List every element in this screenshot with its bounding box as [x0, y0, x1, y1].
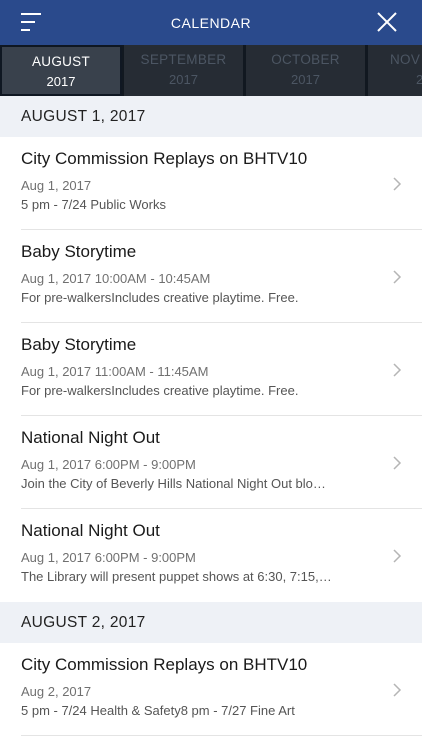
event-row[interactable]: Baby Storytime Aug 1, 2017 11:00AM - 11:…: [0, 323, 422, 416]
tab-month-label: SEPTEMBER: [140, 52, 227, 67]
event-title: Baby Storytime: [21, 335, 137, 354]
tab-year-label: 20: [416, 72, 422, 87]
event-date: Aug 2, 2017: [21, 684, 92, 699]
date-section-header: AUGUST 2, 2017: [0, 602, 422, 643]
event-title: National Night Out: [21, 428, 160, 447]
event-title: Baby Storytime: [21, 242, 137, 261]
top-navigation-bar: CALENDAR: [0, 0, 422, 45]
event-date: Aug 1, 2017 11:00AM - 11:45AM: [21, 364, 209, 379]
tab-year-label: 2017: [46, 74, 76, 89]
chevron-right-icon: [393, 363, 402, 377]
tab-month-october[interactable]: OCTOBER 2017: [244, 45, 366, 96]
date-section-header: AUGUST 1, 2017: [0, 96, 422, 137]
chevron-right-icon: [393, 270, 402, 284]
event-row[interactable]: City Commission Replays on BHTV10 Aug 1,…: [0, 137, 422, 230]
tab-month-label: AUGUST: [31, 54, 91, 69]
event-description: For pre-walkersIncludes creative playtim…: [21, 383, 299, 398]
event-title: City Commission Replays on BHTV10: [21, 655, 308, 674]
close-icon[interactable]: [376, 11, 398, 33]
event-row[interactable]: City Commission Replays on BHTV10 Aug 2,…: [0, 643, 422, 736]
month-tabs: AUGUST 2017 SEPTEMBER 2017 OCTOBER 2017 …: [0, 45, 422, 96]
event-date: Aug 1, 2017: [21, 178, 92, 193]
chevron-right-icon: [393, 456, 402, 470]
tab-year-label: 2017: [291, 72, 320, 87]
chevron-right-icon: [393, 549, 402, 563]
event-title: National Night Out: [21, 521, 160, 540]
event-list: AUGUST 1, 2017 City Commission Replays o…: [0, 96, 422, 736]
event-description: 5 pm - 7/24 Public Works: [21, 197, 166, 212]
event-description: Join the City of Beverly Hills National …: [21, 476, 326, 491]
tab-month-september[interactable]: SEPTEMBER 2017: [122, 45, 244, 96]
event-date: Aug 1, 2017 10:00AM - 10:45AM: [21, 271, 211, 286]
event-date: Aug 1, 2017 6:00PM - 9:00PM: [21, 550, 196, 565]
event-date: Aug 1, 2017 6:00PM - 9:00PM: [21, 457, 196, 472]
tab-month-november[interactable]: NOV 20: [366, 45, 422, 96]
event-row[interactable]: National Night Out Aug 1, 2017 6:00PM - …: [0, 416, 422, 509]
event-row[interactable]: National Night Out Aug 1, 2017 6:00PM - …: [0, 509, 422, 602]
event-description: 5 pm - 7/24 Health & Safety8 pm - 7/27 F…: [21, 703, 295, 718]
tab-month-label: OCTOBER: [271, 52, 340, 67]
event-description: For pre-walkersIncludes creative playtim…: [21, 290, 299, 305]
tab-month-august[interactable]: AUGUST 2017: [0, 45, 122, 96]
row-divider: [21, 735, 422, 736]
tab-year-label: 2017: [169, 72, 198, 87]
chevron-right-icon: [393, 177, 402, 191]
event-row[interactable]: Baby Storytime Aug 1, 2017 10:00AM - 10:…: [0, 230, 422, 323]
event-title: City Commission Replays on BHTV10: [21, 149, 308, 168]
page-title: CALENDAR: [170, 15, 252, 31]
event-description: The Library will present puppet shows at…: [21, 569, 332, 584]
chevron-right-icon: [393, 683, 402, 697]
tab-month-label: NOV: [390, 52, 421, 67]
